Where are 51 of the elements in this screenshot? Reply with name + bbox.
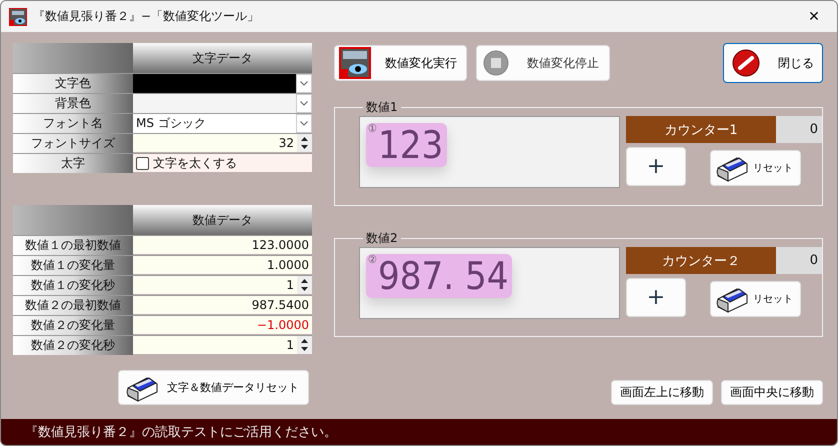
move-button[interactable]: 画面中央に移動 — [721, 380, 823, 405]
caret-icon — [300, 81, 308, 86]
number-field[interactable]: 1.0000 — [133, 255, 312, 274]
move-button[interactable]: 画面左上に移動 — [611, 380, 713, 405]
dropdown-field[interactable]: MS ゴシック — [133, 113, 312, 133]
spin-arrows-icon — [297, 276, 312, 294]
caret-icon — [300, 101, 308, 106]
status-text: 『数値見張り番２』の読取テストにご活用ください。 — [1, 419, 837, 445]
close-icon[interactable]: ✕ — [791, 8, 837, 24]
run-button[interactable]: 数値変化実行 — [334, 45, 467, 81]
group-title: 数値1 — [365, 99, 399, 116]
spin-arrows-icon — [297, 336, 312, 354]
row-label: フォントサイズ — [13, 133, 133, 153]
row-label: 数値１の変化秒 — [13, 275, 133, 295]
row-label: 太字 — [13, 153, 133, 173]
plus-button[interactable]: + — [626, 278, 686, 317]
number-field[interactable]: 987.5400 — [133, 295, 312, 314]
number-field[interactable]: 123.0000 — [133, 235, 312, 254]
reset-button[interactable]: リセット — [710, 281, 801, 317]
reset-all-button[interactable]: 文字＆数値データリセット — [118, 370, 309, 405]
table-header: 文字データ — [133, 43, 312, 73]
reset-button[interactable]: リセット — [710, 150, 801, 186]
bold-checkbox[interactable]: 文字を太くする — [133, 153, 312, 172]
row-label: 数値２の変化量 — [13, 315, 133, 335]
row-label: 数値２の変化秒 — [13, 335, 133, 355]
spin-field[interactable]: 32 — [133, 133, 312, 152]
row-label: フォント名 — [13, 113, 133, 133]
group-title: 数値2 — [365, 230, 399, 247]
counter-label: カウンター２ — [626, 247, 776, 274]
row-label: 背景色 — [13, 93, 133, 113]
spin-field[interactable]: 1 — [133, 275, 312, 294]
counter-label: カウンター1 — [626, 116, 776, 143]
row-label: 数値１の変化量 — [13, 255, 133, 275]
spin-arrows-icon — [297, 134, 312, 152]
row-label: 文字色 — [13, 73, 133, 93]
stop-icon — [483, 50, 509, 76]
row-label: 数値１の最初数値 — [13, 235, 133, 255]
counter-value: 0 — [776, 247, 822, 274]
spin-field[interactable]: 1 — [133, 335, 312, 354]
number-field[interactable]: −1.0000 — [133, 315, 312, 334]
app-icon — [339, 47, 371, 79]
caret-icon — [300, 121, 308, 126]
counter-value: 0 — [776, 116, 822, 143]
row-label: 数値２の最初数値 — [13, 295, 133, 315]
table-header: 数値データ — [133, 205, 312, 235]
plus-button[interactable]: + — [626, 147, 686, 186]
close-button[interactable]: 閉じる — [723, 43, 823, 83]
window-title: 『数値見張り番２』−「数値変化ツール」 — [33, 8, 260, 25]
stop-button[interactable]: 数値変化停止 — [476, 45, 610, 81]
app-icon — [9, 8, 27, 26]
no-entry-icon — [732, 49, 760, 77]
